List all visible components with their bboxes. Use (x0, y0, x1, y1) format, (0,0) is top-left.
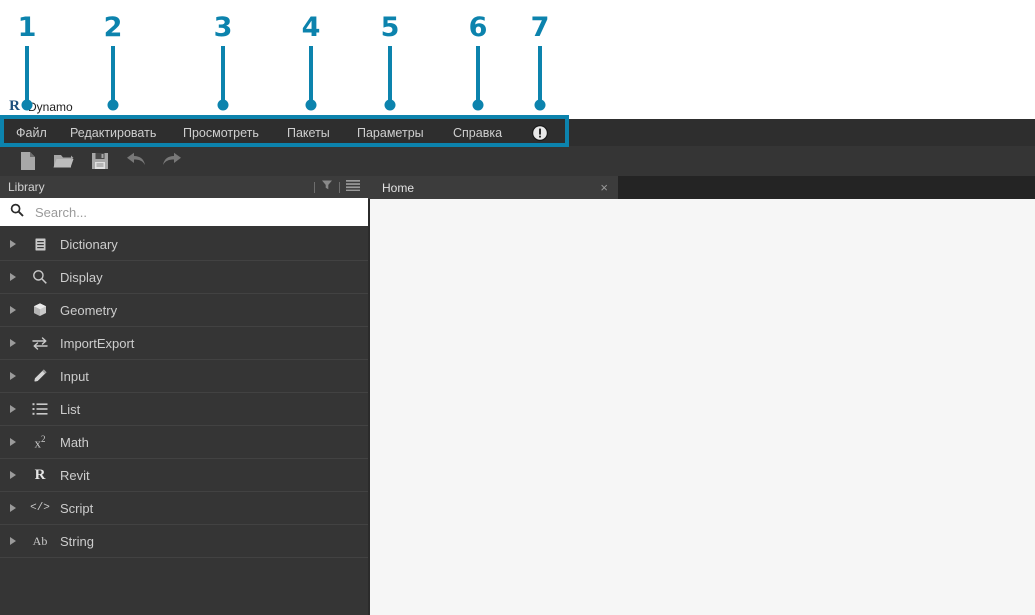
menu-bar: Файл Редактировать Просмотреть Пакеты Па… (0, 119, 1035, 146)
magnifier-icon (26, 269, 54, 285)
library-item-script[interactable]: </> Script (0, 492, 368, 525)
chevron-right-icon[interactable] (0, 240, 26, 248)
menu-item-file[interactable]: Файл (16, 126, 47, 140)
library-header: Library (0, 176, 368, 198)
save-file-button[interactable] (82, 148, 118, 174)
code-brackets-icon: </> (30, 501, 50, 514)
library-item-label: Script (60, 500, 94, 516)
callout-number-6: 6 (468, 12, 488, 43)
library-item-display[interactable]: Display (0, 261, 368, 294)
tab-label: Home (382, 180, 415, 195)
library-item-revit[interactable]: R Revit (0, 459, 368, 492)
library-item-importexport[interactable]: ImportExport (0, 327, 368, 360)
dynamo-window: R Dynamo Файл Редактировать Просмотреть … (0, 94, 1035, 615)
chevron-right-icon[interactable] (0, 372, 26, 380)
open-file-button[interactable] (46, 148, 82, 174)
dictionary-book-icon (26, 237, 54, 252)
library-item-geometry[interactable]: Geometry (0, 294, 368, 327)
app-title: Dynamo (28, 99, 73, 114)
library-item-label: Display (60, 269, 103, 285)
library-item-math[interactable]: x2 Math (0, 426, 368, 459)
library-item-label: Input (60, 368, 89, 384)
menu-item-edit[interactable]: Редактировать (70, 126, 156, 140)
callout-number-2: 2 (103, 12, 123, 43)
chevron-right-icon[interactable] (0, 273, 26, 281)
alert-circle-icon[interactable] (531, 124, 549, 141)
library-item-label: String (60, 533, 94, 549)
library-item-label: Math (60, 434, 89, 450)
search-placeholder: Search... (35, 204, 88, 220)
pencil-icon (26, 368, 54, 384)
main-area: Library Search... Dictionary Display Geo… (0, 176, 1035, 615)
menu-item-view[interactable]: Просмотреть (183, 126, 259, 140)
cube-icon (26, 302, 54, 318)
workspace: Home × (368, 176, 1035, 615)
close-icon[interactable]: × (600, 181, 608, 194)
chevron-right-icon[interactable] (0, 438, 26, 446)
callout-number-7: 7 (530, 12, 550, 43)
chevron-right-icon[interactable] (0, 339, 26, 347)
library-item-label: ImportExport (60, 335, 135, 351)
exchange-arrows-icon (26, 336, 54, 350)
divider (339, 181, 340, 193)
library-item-list[interactable]: List (0, 393, 368, 426)
search-icon (10, 203, 24, 222)
library-item-string[interactable]: Ab String (0, 525, 368, 558)
library-item-label: Revit (60, 467, 90, 483)
library-panel: Library Search... Dictionary Display Geo… (0, 176, 368, 615)
tab-strip: Home × (368, 176, 1035, 199)
tab-home[interactable]: Home × (368, 176, 618, 199)
library-header-icons (314, 178, 360, 196)
library-item-label: List (60, 401, 81, 417)
callout-number-5: 5 (380, 12, 400, 43)
ab-text-icon: Ab (32, 534, 48, 548)
callout-number-4: 4 (301, 12, 321, 43)
chevron-right-icon[interactable] (0, 471, 26, 479)
revit-logo-icon: R (6, 98, 23, 115)
callout-number-3: 3 (213, 12, 233, 43)
library-item-label: Geometry (60, 302, 118, 318)
menu-item-settings[interactable]: Параметры (357, 126, 424, 140)
chevron-right-icon[interactable] (0, 405, 26, 413)
filter-funnel-icon[interactable] (321, 178, 333, 196)
redo-button[interactable] (154, 148, 190, 174)
library-title: Library (8, 180, 45, 194)
bullet-list-icon (26, 402, 54, 416)
divider (314, 181, 315, 193)
toolbar (0, 146, 1035, 176)
chevron-right-icon[interactable] (0, 504, 26, 512)
chevron-right-icon[interactable] (0, 537, 26, 545)
library-tree: Dictionary Display Geometry ImportExport… (0, 228, 368, 558)
menu-item-help[interactable]: Справка (453, 126, 502, 140)
menu-item-packages[interactable]: Пакеты (287, 126, 330, 140)
new-file-button[interactable] (10, 148, 46, 174)
library-item-input[interactable]: Input (0, 360, 368, 393)
library-item-label: Dictionary (60, 236, 118, 252)
list-view-icon[interactable] (346, 178, 360, 196)
search-input[interactable]: Search... (0, 198, 368, 228)
x-squared-icon: x2 (34, 433, 46, 451)
callout-number-1: 1 (17, 12, 37, 43)
library-item-dictionary[interactable]: Dictionary (0, 228, 368, 261)
chevron-right-icon[interactable] (0, 306, 26, 314)
title-bar: R Dynamo (0, 94, 1035, 119)
undo-button[interactable] (118, 148, 154, 174)
revit-r-icon: R (34, 466, 46, 483)
graph-canvas[interactable] (368, 199, 1035, 615)
